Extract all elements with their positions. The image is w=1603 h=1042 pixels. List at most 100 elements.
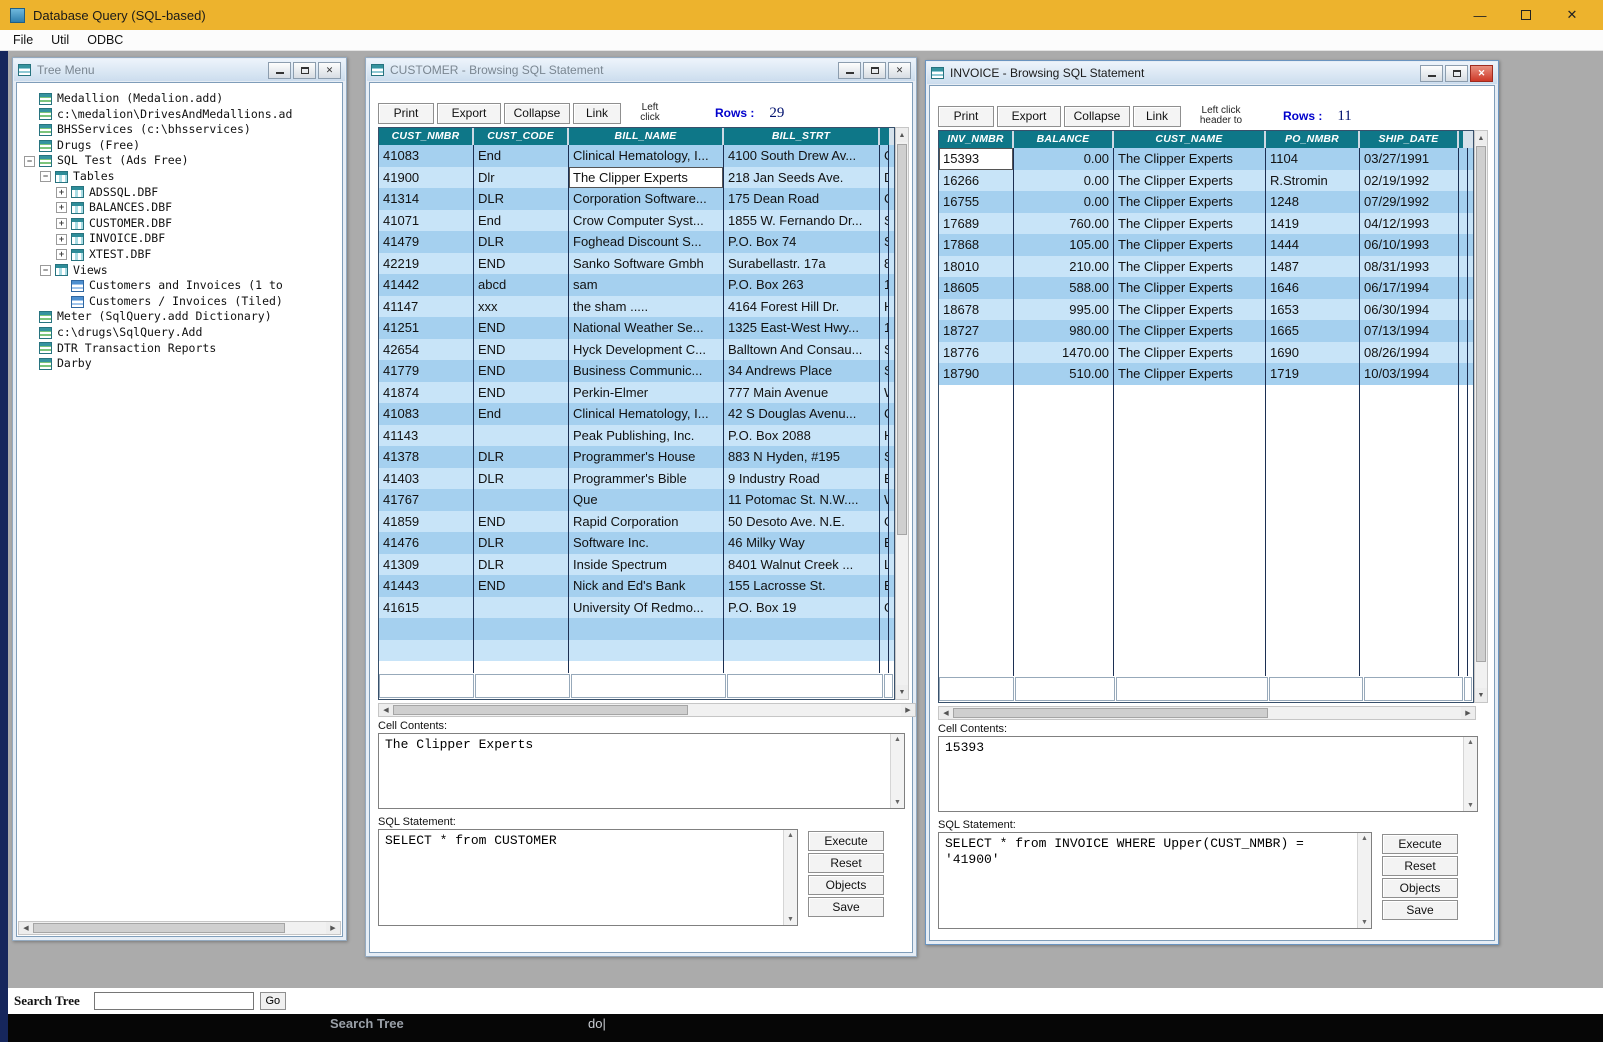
scroll-left-arrow[interactable]: ◀ xyxy=(939,707,953,719)
grid-cell[interactable]: 41071 xyxy=(379,210,474,232)
grid-cell[interactable]: 08/26/1994 xyxy=(1360,342,1459,364)
grid-cell[interactable]: 41314 xyxy=(379,188,474,210)
grid-cell[interactable]: 41767 xyxy=(379,489,474,511)
column-header-extra[interactable] xyxy=(1459,131,1463,148)
scroll-thumb[interactable] xyxy=(897,144,907,535)
grid-cell[interactable]: 8401 Walnut Creek ... xyxy=(724,554,880,576)
grid-row[interactable]: 41251ENDNational Weather Se...1325 East-… xyxy=(379,317,894,339)
grid-row[interactable]: 41767Que11 Potomac St. N.W....W xyxy=(379,489,894,511)
grid-cell[interactable]: 41859 xyxy=(379,511,474,533)
grid-cell[interactable]: 41874 xyxy=(379,382,474,404)
grid-horizontal-scrollbar[interactable]: ◀ ▶ xyxy=(378,703,916,717)
grid-cell[interactable]: Sanko Software Gmbh xyxy=(569,253,724,275)
grid-cell[interactable]: 1 xyxy=(880,274,889,296)
grid-entry-cell[interactable] xyxy=(475,674,570,698)
collapse-button[interactable]: Collapse xyxy=(504,103,570,124)
grid-vertical-scrollbar[interactable]: ▲ ▼ xyxy=(1474,130,1488,703)
grid-cell[interactable]: 06/30/1994 xyxy=(1360,299,1459,321)
grid-cell[interactable]: Clinical Hematology, I... xyxy=(569,403,724,425)
grid-row[interactable]: 41083EndClinical Hematology, I...42 S Do… xyxy=(379,403,894,425)
grid-cell[interactable] xyxy=(1459,256,1468,278)
grid-cell[interactable]: 18010 xyxy=(939,256,1014,278)
grid-cell[interactable]: D xyxy=(880,167,889,189)
grid-row[interactable]: 17868105.00The Clipper Experts144406/10/… xyxy=(939,234,1473,256)
grid-cell[interactable]: 218 Jan Seeds Ave. xyxy=(724,167,880,189)
grid-cell[interactable]: 883 N Hyden, #195 xyxy=(724,446,880,468)
grid-entry-cell[interactable] xyxy=(1464,677,1472,701)
grid-cell[interactable]: END xyxy=(474,382,569,404)
grid-cell[interactable]: 1104 xyxy=(1266,148,1360,170)
grid-cell[interactable]: R.Stromin xyxy=(1266,170,1360,192)
scroll-up-arrow[interactable]: ▲ xyxy=(896,128,908,142)
grid-cell[interactable]: END xyxy=(474,360,569,382)
grid-cell[interactable]: The Clipper Experts xyxy=(1114,277,1266,299)
grid-cell[interactable]: Corporation Software... xyxy=(569,188,724,210)
tree-horizontal-scrollbar[interactable]: ◀ ▶ xyxy=(18,921,341,935)
scroll-thumb[interactable] xyxy=(1476,146,1486,662)
grid-cell[interactable] xyxy=(1459,342,1468,364)
export-button[interactable]: Export xyxy=(437,103,501,124)
grid-cell[interactable]: H xyxy=(880,296,889,318)
grid-cell[interactable]: 1653 xyxy=(1266,299,1360,321)
reset-button[interactable]: Reset xyxy=(1382,856,1458,876)
tree-item[interactable]: −SQL Test (Ads Free) xyxy=(18,153,341,169)
link-button[interactable]: Link xyxy=(573,103,621,124)
grid-entry-cell[interactable] xyxy=(1364,677,1463,701)
maximize-button[interactable] xyxy=(1445,65,1468,82)
grid-cell[interactable] xyxy=(474,489,569,511)
grid-cell[interactable]: E xyxy=(880,575,889,597)
grid-cell[interactable]: The Clipper Experts xyxy=(1114,170,1266,192)
column-header-ship_date[interactable]: SHIP_DATE xyxy=(1360,131,1459,148)
tree-item[interactable]: +CUSTOMER.DBF xyxy=(18,216,341,232)
grid-cell[interactable]: 41479 xyxy=(379,231,474,253)
scroll-right-arrow[interactable]: ▶ xyxy=(901,704,915,716)
grid-cell[interactable]: The Clipper Experts xyxy=(1114,320,1266,342)
grid-cell[interactable]: 17868 xyxy=(939,234,1014,256)
grid-cell[interactable]: 0.00 xyxy=(1014,191,1114,213)
grid-cell[interactable]: National Weather Se... xyxy=(569,317,724,339)
grid-cell[interactable]: 18727 xyxy=(939,320,1014,342)
grid-cell[interactable]: 41476 xyxy=(379,532,474,554)
grid-cell[interactable]: 41900 xyxy=(379,167,474,189)
grid-cell[interactable]: 41309 xyxy=(379,554,474,576)
scroll-track[interactable] xyxy=(953,707,1461,719)
grid-row[interactable]: 41442abcdsamP.O. Box 2631 xyxy=(379,274,894,296)
customer-window-titlebar[interactable]: CUSTOMER - Browsing SQL Statement ✕ xyxy=(367,59,915,81)
tree-item[interactable]: Darby xyxy=(18,356,341,372)
tree-item[interactable]: Customers and Invoices (1 to xyxy=(18,278,341,294)
cell-contents-scrollbar[interactable]: ▲▼ xyxy=(890,734,904,808)
execute-button[interactable]: Execute xyxy=(808,831,884,851)
grid-cell[interactable]: Surabellastr. 17a xyxy=(724,253,880,275)
grid-cell[interactable]: The Clipper Experts xyxy=(1114,363,1266,385)
grid-cell[interactable]: Clinical Hematology, I... xyxy=(569,145,724,167)
tree-item[interactable]: Customers / Invoices (Tiled) xyxy=(18,294,341,310)
column-header-cust_nmbr[interactable]: CUST_NMBR xyxy=(379,128,474,145)
grid-cell[interactable]: 1 xyxy=(880,317,889,339)
grid-cell[interactable]: 41779 xyxy=(379,360,474,382)
scroll-thumb[interactable] xyxy=(393,705,688,715)
grid-cell[interactable]: 11 Potomac St. N.W.... xyxy=(724,489,880,511)
grid-cell[interactable]: 980.00 xyxy=(1014,320,1114,342)
grid-row[interactable]: 41443ENDNick and Ed's Bank155 Lacrosse S… xyxy=(379,575,894,597)
tree-item[interactable]: c:\medalion\DrivesAndMedallions.ad xyxy=(18,107,341,123)
grid-cell[interactable]: 41083 xyxy=(379,403,474,425)
grid-cell[interactable]: Balltown And Consau... xyxy=(724,339,880,361)
grid-row[interactable]: 41779ENDBusiness Communic...34 Andrews P… xyxy=(379,360,894,382)
grid-cell[interactable]: 42 S Douglas Avenu... xyxy=(724,403,880,425)
grid-cell[interactable] xyxy=(1459,213,1468,235)
grid-row[interactable]: 41900DlrThe Clipper Experts218 Jan Seeds… xyxy=(379,167,894,189)
app-close-button[interactable]: ✕ xyxy=(1549,0,1595,30)
grid-cell[interactable]: End xyxy=(474,145,569,167)
grid-cell[interactable] xyxy=(1459,320,1468,342)
tree-item[interactable]: c:\drugs\SqlQuery.Add xyxy=(18,325,341,341)
grid-row[interactable]: 18605588.00The Clipper Experts164606/17/… xyxy=(939,277,1473,299)
grid-cell[interactable]: 760.00 xyxy=(1014,213,1114,235)
grid-cell[interactable]: P.O. Box 74 xyxy=(724,231,880,253)
grid-cell[interactable]: End xyxy=(474,210,569,232)
column-header-balance[interactable]: BALANCE xyxy=(1014,131,1114,148)
scroll-thumb[interactable] xyxy=(33,923,285,933)
cell-contents-box[interactable]: 15393 ▲▼ xyxy=(938,736,1478,812)
grid-row[interactable]: 41309DLRInside Spectrum8401 Walnut Creek… xyxy=(379,554,894,576)
grid-cell[interactable]: C xyxy=(880,188,889,210)
grid-cell[interactable] xyxy=(1459,170,1468,192)
